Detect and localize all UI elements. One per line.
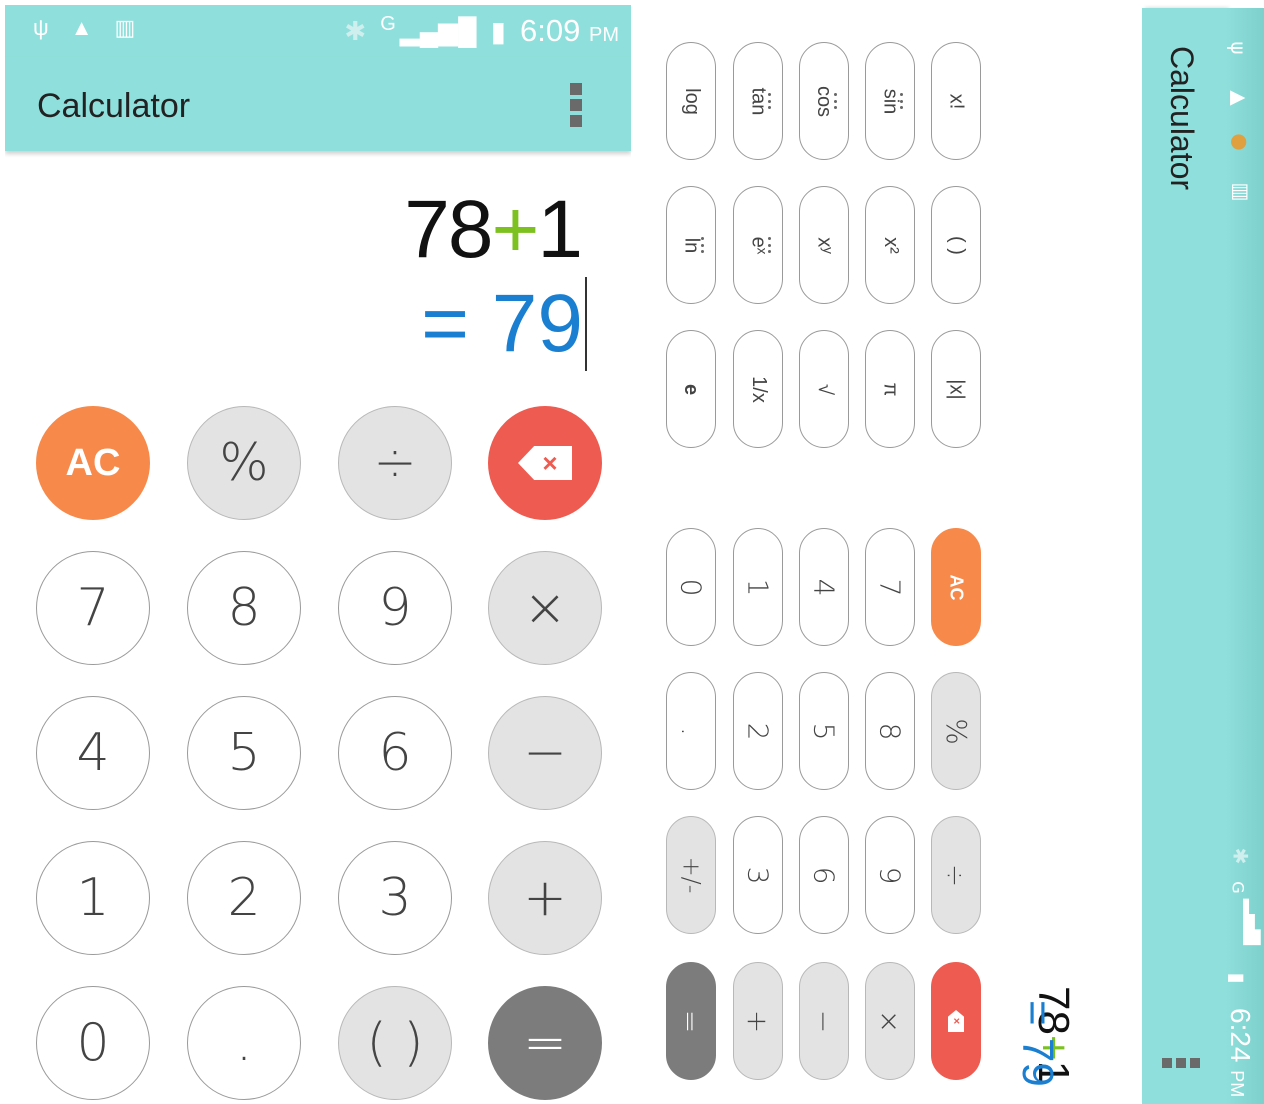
l-digit-6-button[interactable]: 6 <box>799 816 849 934</box>
l-divide-button[interactable]: ÷ <box>931 816 981 934</box>
usb-icon: ψ <box>1226 41 1251 55</box>
landscape-app-title: Calculator <box>1164 46 1200 191</box>
l-digit-0-button[interactable]: 0 <box>666 528 716 646</box>
lock-icon: ▲ <box>70 15 115 40</box>
app-bar: Calculator <box>5 57 631 151</box>
battery-icon: ▮ <box>490 15 507 47</box>
equals-button[interactable]: = <box>488 986 602 1100</box>
l-digit-7-button[interactable]: 7 <box>865 528 915 646</box>
parentheses-button[interactable]: ( ) <box>338 986 452 1100</box>
landscape-result: = 79 <box>1013 1000 1062 1087</box>
result-display: = 79 <box>421 277 587 371</box>
barcode-icon: ▥ <box>114 15 158 40</box>
l-digit-1-button[interactable]: 1 <box>733 528 783 646</box>
overflow-menu-icon[interactable] <box>570 83 582 127</box>
l-digit-3-button[interactable]: 3 <box>733 816 783 934</box>
l-digit-4-button[interactable]: 4 <box>799 528 849 646</box>
pi-button[interactable]: π <box>865 330 915 448</box>
operand-2: 1 <box>537 184 583 275</box>
digit-2-button[interactable]: 2 <box>187 841 301 955</box>
plus-button[interactable]: + <box>488 841 602 955</box>
tan-button[interactable]: tan <box>733 42 783 160</box>
abs-button[interactable]: |x| <box>931 330 981 448</box>
bluetooth-icon: ✱ <box>1228 847 1253 865</box>
portrait-calculator: ψ▲▥ ✱ G ▂▄▆█ ▮ 6:09 PM Calculator 78+1 =… <box>5 5 631 1104</box>
digit-1-button[interactable]: 1 <box>36 841 150 955</box>
l-decimal-button[interactable]: . <box>666 672 716 790</box>
decimal-button[interactable]: . <box>187 986 301 1100</box>
result-value: = 79 <box>421 278 583 369</box>
operand-1: 78 <box>404 184 493 275</box>
landscape-app-bar: Calculator <box>1142 8 1226 1104</box>
digit-3-button[interactable]: 3 <box>338 841 452 955</box>
barcode-icon: ▥ <box>1229 182 1254 202</box>
cos-button[interactable]: cos <box>799 42 849 160</box>
l-digit-8-button[interactable]: 8 <box>865 672 915 790</box>
signal-icon: ▂▄▆█ <box>399 15 477 46</box>
landscape-status-time: 6:24 PM <box>1225 1008 1256 1098</box>
l-minus-button[interactable]: − <box>799 962 849 1080</box>
status-time: 6:09 PM <box>520 13 619 48</box>
digit-7-button[interactable]: 7 <box>36 551 150 665</box>
l-digit-5-button[interactable]: 5 <box>799 672 849 790</box>
backspace-icon: × <box>948 1010 964 1032</box>
l-backspace-button[interactable]: × <box>931 962 981 1080</box>
network-type: G <box>380 12 396 35</box>
percent-button[interactable]: % <box>187 406 301 520</box>
sci-parentheses-button[interactable]: ( ) <box>931 186 981 304</box>
landscape-status-bar: ψ ▲ ● ▥ ✱ G ▂▄▆ ▮ 6:24 PM <box>1225 8 1264 1104</box>
l-plus-button[interactable]: + <box>733 962 783 1080</box>
exp-button[interactable]: eˣ <box>733 186 783 304</box>
l-plusminus-button[interactable]: +/- <box>666 816 716 934</box>
reciprocal-button[interactable]: 1/x <box>733 330 783 448</box>
l-multiply-button[interactable]: × <box>865 962 915 1080</box>
status-bar: ψ▲▥ ✱ G ▂▄▆█ ▮ 6:09 PM <box>5 5 631 57</box>
l-percent-button[interactable]: % <box>931 672 981 790</box>
digit-9-button[interactable]: 9 <box>338 551 452 665</box>
status-left-icons: ψ▲▥ <box>33 15 157 41</box>
minus-button[interactable]: − <box>488 696 602 810</box>
log-button[interactable]: log <box>666 42 716 160</box>
lock-icon: ▲ <box>1227 90 1252 106</box>
square-button[interactable]: x² <box>865 186 915 304</box>
backspace-button[interactable]: × <box>488 406 602 520</box>
landscape-keypad: log tan cos sin x! ln eˣ xʸ x² ( ) e 1/x… <box>652 30 997 1090</box>
sin-button[interactable]: sin <box>865 42 915 160</box>
digit-6-button[interactable]: 6 <box>338 696 452 810</box>
expression-display[interactable]: 78+1 <box>404 183 583 277</box>
l-digit-9-button[interactable]: 9 <box>865 816 915 934</box>
l-digit-2-button[interactable]: 2 <box>733 672 783 790</box>
power-button[interactable]: xʸ <box>799 186 849 304</box>
digit-4-button[interactable]: 4 <box>36 696 150 810</box>
text-cursor <box>585 277 587 371</box>
multiply-button[interactable]: × <box>488 551 602 665</box>
l-ac-button[interactable]: AC <box>931 528 981 646</box>
status-right-icons: ✱ G ▂▄▆█ ▮ 6:09 PM <box>344 13 619 49</box>
ln-button[interactable]: ln <box>666 186 716 304</box>
landscape-network-type: G <box>1228 881 1248 894</box>
landscape-overflow-menu-icon[interactable] <box>1162 1058 1200 1068</box>
app-notification-icon: ● <box>1228 133 1253 151</box>
euler-e-button[interactable]: e <box>666 330 716 448</box>
app-title: Calculator <box>37 87 191 125</box>
digit-8-button[interactable]: 8 <box>187 551 301 665</box>
digit-5-button[interactable]: 5 <box>187 696 301 810</box>
operator: + <box>491 184 540 275</box>
usb-icon: ψ <box>33 15 71 40</box>
digit-0-button[interactable]: 0 <box>36 986 150 1100</box>
bluetooth-icon: ✱ <box>344 15 367 46</box>
backspace-icon: × <box>518 446 572 480</box>
battery-icon: ▮ <box>1225 972 1250 984</box>
signal-icon: ▂▄▆ <box>1243 898 1264 946</box>
divide-button[interactable]: ÷ <box>338 406 452 520</box>
factorial-button[interactable]: x! <box>931 42 981 160</box>
ac-button[interactable]: AC <box>36 406 150 520</box>
l-equals-button[interactable]: = <box>666 962 716 1080</box>
sqrt-button[interactable]: √ <box>799 330 849 448</box>
